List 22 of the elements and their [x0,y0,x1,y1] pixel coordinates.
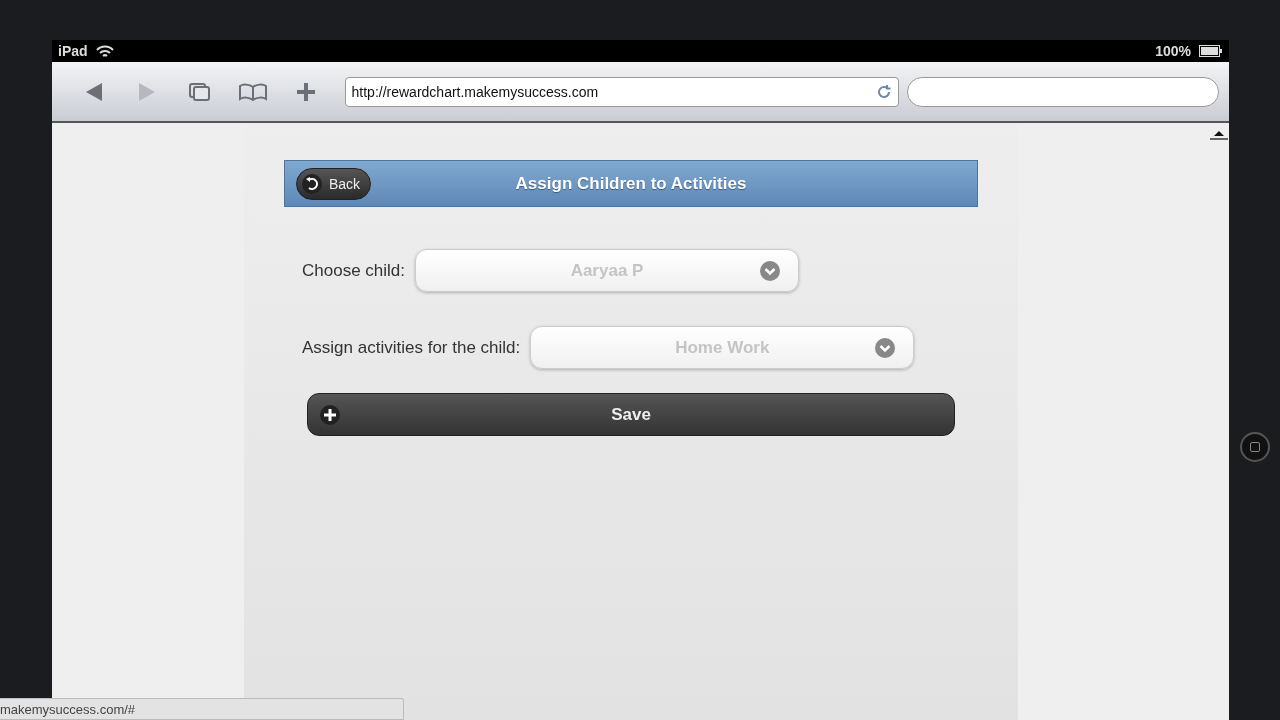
device-name: iPad [58,43,88,59]
link-preview: makemysuccess.com/# [0,698,404,720]
search-field[interactable] [907,76,1219,107]
plus-circle-icon [320,405,340,425]
home-button[interactable] [1239,432,1270,462]
chevron-down-icon [760,261,780,281]
plus-icon [296,81,317,102]
scroll-up-icon[interactable] [1209,129,1228,141]
wifi-icon [95,44,114,58]
back-arrow-icon [84,81,105,102]
pages-icon [188,81,213,102]
page-title: Assign Children to Activities [515,173,747,194]
field-label: Choose child: [302,260,405,281]
battery-percent: 100% [1155,43,1191,59]
back-button[interactable]: Back [296,167,372,200]
battery-icon [1199,45,1223,57]
save-button[interactable]: Save [307,393,955,436]
book-icon [238,82,269,101]
field-label: Assign activities for the child: [302,337,521,358]
chevron-down-icon [875,338,896,358]
address-field[interactable]: http://rewardchart.makemysuccess.com [344,76,900,107]
reload-icon[interactable] [876,83,893,100]
